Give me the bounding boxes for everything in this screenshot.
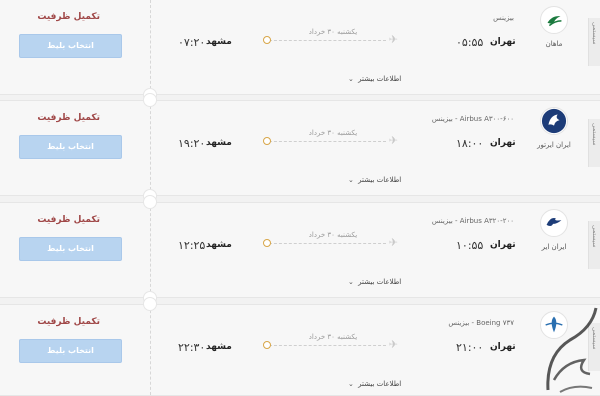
card-divider [150,0,151,94]
more-info-toggle[interactable]: اطلاعات بیشتر ⌄ [348,176,401,184]
departure-time: ۲۱:۰۰ [456,341,484,354]
arrival-time: ۱۲:۲۵ [178,239,206,252]
fare-type-tag: سیستمی [588,323,600,371]
airplane-icon: ✈ [388,33,398,46]
more-info-label: اطلاعات بیشتر [358,75,402,83]
airplane-icon: ✈ [388,236,398,249]
flight-card: تکمیل ظرفیت انتخاب بلیط ۱۹:۲۰ مشهد یکشنب… [0,93,600,203]
iran-airtour-logo-icon [540,107,568,135]
route-line: ✈ [263,234,398,254]
destination-city: مشهد [206,138,232,148]
chevron-down-icon: ⌄ [348,75,354,83]
ticket-notch [143,195,157,209]
flight-class-info: Boeing ۷۳۷ - بیزینس [448,319,514,327]
flight-results-list: تکمیل ظرفیت انتخاب بلیط ۰۷:۲۰ مشهد یکشنب… [0,0,600,396]
select-ticket-button[interactable]: انتخاب بلیط [19,34,122,58]
fare-type-tag: سیستمی [588,18,600,66]
destination-city: مشهد [206,37,232,47]
fare-type-tag: سیستمی [588,221,600,269]
airplane-icon: ✈ [388,338,398,351]
fare-type-label: سیستمی [591,123,598,146]
capacity-status: تکمیل ظرفیت [37,12,100,22]
card-divider [150,101,151,195]
flight-card: تکمیل ظرفیت انتخاب بلیط ۰۷:۲۰ مشهد یکشنب… [0,0,600,102]
more-info-toggle[interactable]: اطلاعات بیشتر ⌄ [348,75,401,83]
departure-time: ۱۰:۵۵ [456,239,484,252]
more-info-label: اطلاعات بیشتر [358,380,402,388]
route-dot-icon [263,239,271,247]
ticket-notch [143,93,157,107]
fare-type-tag: سیستمی [588,119,600,167]
aseman-logo-icon [540,311,568,339]
departure-time: ۱۸:۰۰ [456,137,484,150]
more-info-label: اطلاعات بیشتر [358,176,402,184]
route-dashed-line [269,40,386,41]
fare-type-label: سیستمی [591,22,598,45]
more-info-toggle[interactable]: اطلاعات بیشتر ⌄ [348,278,401,286]
more-info-label: اطلاعات بیشتر [358,278,402,286]
departure-time: ۰۵:۵۵ [456,36,484,49]
route-dashed-line [269,243,386,244]
more-info-toggle[interactable]: اطلاعات بیشتر ⌄ [348,380,401,388]
airline-name: ماهان [545,40,563,48]
route-dot-icon [263,341,271,349]
arrival-time: ۰۷:۲۰ [178,36,206,49]
flight-class-info: بیزینس [493,14,514,22]
mahan-logo-icon [540,6,568,34]
iran-air-logo-icon [540,209,568,237]
arrival-time: ۲۲:۳۰ [178,341,206,354]
capacity-status: تکمیل ظرفیت [37,317,100,327]
capacity-status: تکمیل ظرفیت [37,113,100,123]
select-ticket-button[interactable]: انتخاب بلیط [19,135,122,159]
flight-class-info: Airbus A۳۲۰-۲۰۰ - بیزینس [431,217,514,225]
chevron-down-icon: ⌄ [348,176,354,184]
fare-type-label: سیستمی [591,225,598,248]
origin-city: تهران [490,342,516,352]
fare-type-label: سیستمی [591,327,598,350]
route-dot-icon [263,137,271,145]
airplane-icon: ✈ [388,134,398,147]
select-ticket-button[interactable]: انتخاب بلیط [19,339,122,363]
flight-card: تکمیل ظرفیت انتخاب بلیط ۲۲:۳۰ مشهد یکشنب… [0,297,600,396]
origin-city: تهران [490,138,516,148]
capacity-status: تکمیل ظرفیت [37,215,100,225]
origin-city: تهران [490,240,516,250]
route-dashed-line [269,141,386,142]
airline-name: ایران ایرتور [537,141,571,149]
destination-city: مشهد [206,240,232,250]
route-line: ✈ [263,31,398,51]
chevron-down-icon: ⌄ [348,380,354,388]
origin-city: تهران [490,37,516,47]
destination-city: مشهد [206,342,232,352]
route-dashed-line [269,345,386,346]
route-line: ✈ [263,336,398,356]
select-ticket-button[interactable]: انتخاب بلیط [19,237,122,261]
ticket-notch [143,297,157,311]
route-line: ✈ [263,132,398,152]
route-dot-icon [263,36,271,44]
chevron-down-icon: ⌄ [348,278,354,286]
card-divider [150,203,151,297]
flight-card: تکمیل ظرفیت انتخاب بلیط ۱۲:۲۵ مشهد یکشنب… [0,195,600,305]
arrival-time: ۱۹:۲۰ [178,137,206,150]
card-divider [150,305,151,395]
airline-name: ایران ایر [541,243,567,251]
flight-class-info: Airbus A۳۰۰-۶۰۰ - بیزینس [431,115,514,123]
